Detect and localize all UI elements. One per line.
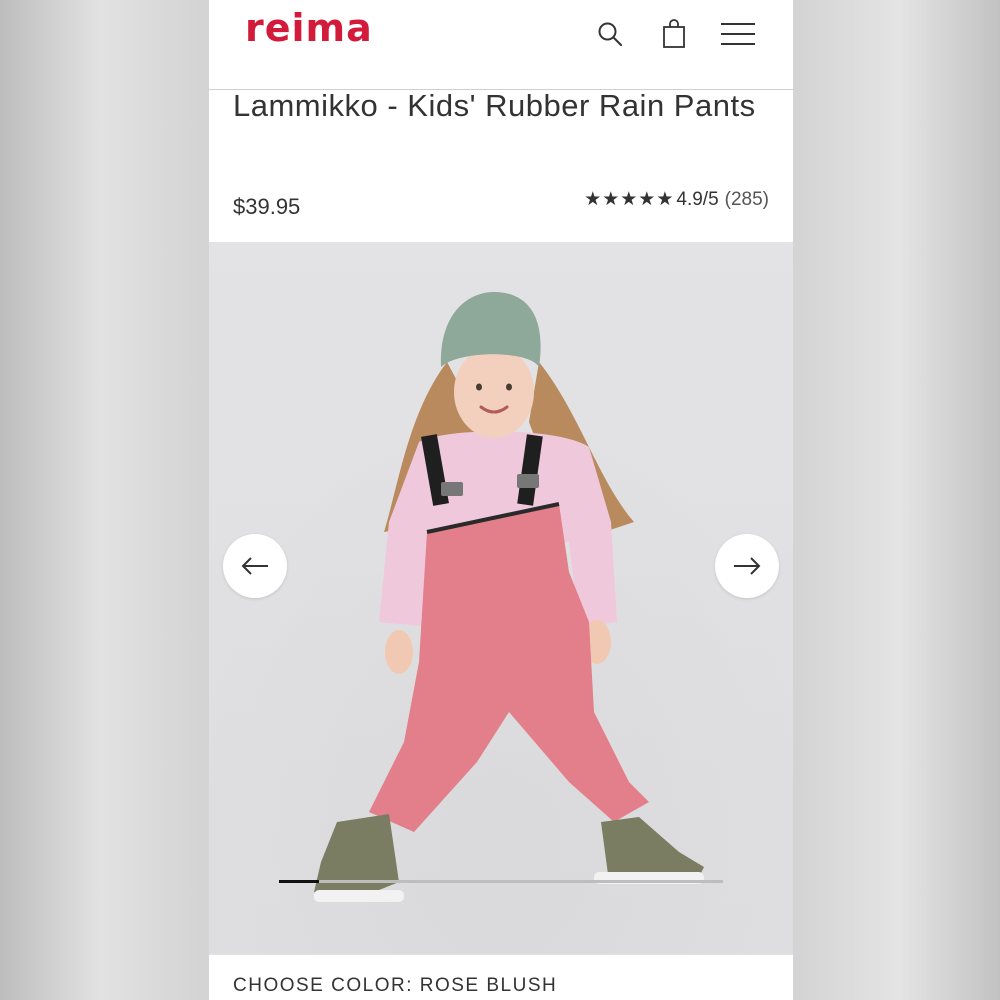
gallery-progress-bar bbox=[279, 880, 723, 883]
product-photo bbox=[209, 242, 793, 954]
search-icon[interactable] bbox=[590, 14, 630, 54]
rating-score: 4.9/5 bbox=[676, 188, 719, 210]
product-title: Lammikko - Kids' Rubber Rain Pants bbox=[233, 88, 756, 123]
site-header: reima bbox=[209, 0, 793, 90]
product-rating[interactable]: ★★★★★ 4.9/5 (285) bbox=[584, 188, 769, 211]
choose-color-label: CHOOSE COLOR: ROSE BLUSH bbox=[233, 975, 558, 996]
mobile-page: reima Lammikko - Kids' Rubber Rain Pants… bbox=[209, 0, 793, 1000]
next-image-button[interactable] bbox=[715, 534, 779, 598]
menu-icon[interactable] bbox=[717, 14, 759, 54]
gallery-progress-fill bbox=[279, 880, 319, 883]
product-price: $39.95 bbox=[233, 194, 301, 219]
product-image-gallery[interactable] bbox=[209, 242, 793, 954]
star-rating-icon: ★★★★★ bbox=[584, 189, 675, 210]
previous-image-button[interactable] bbox=[223, 534, 287, 598]
arrow-left-icon bbox=[241, 557, 268, 575]
bag-icon[interactable] bbox=[654, 14, 694, 54]
arrow-right-icon bbox=[734, 557, 761, 575]
review-count: (285) bbox=[724, 188, 769, 210]
color-selector[interactable]: CHOOSE COLOR: ROSE BLUSH bbox=[209, 954, 793, 1000]
brand-logo[interactable]: reima bbox=[245, 6, 373, 50]
